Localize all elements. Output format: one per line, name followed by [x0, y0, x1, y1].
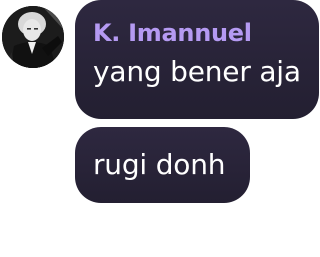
chat-thread: K. Imannuel yang bener aja rugi donh — [0, 0, 320, 257]
sender-avatar[interactable] — [2, 6, 64, 68]
avatar-photo-icon — [2, 6, 64, 68]
message-bubble[interactable]: rugi donh — [75, 127, 250, 203]
message-bubble[interactable]: K. Imannuel yang bener aja — [75, 0, 319, 119]
message-text: rugi donh — [93, 148, 226, 181]
sender-name[interactable]: K. Imannuel — [93, 18, 301, 48]
message-text: yang bener aja — [93, 55, 301, 88]
